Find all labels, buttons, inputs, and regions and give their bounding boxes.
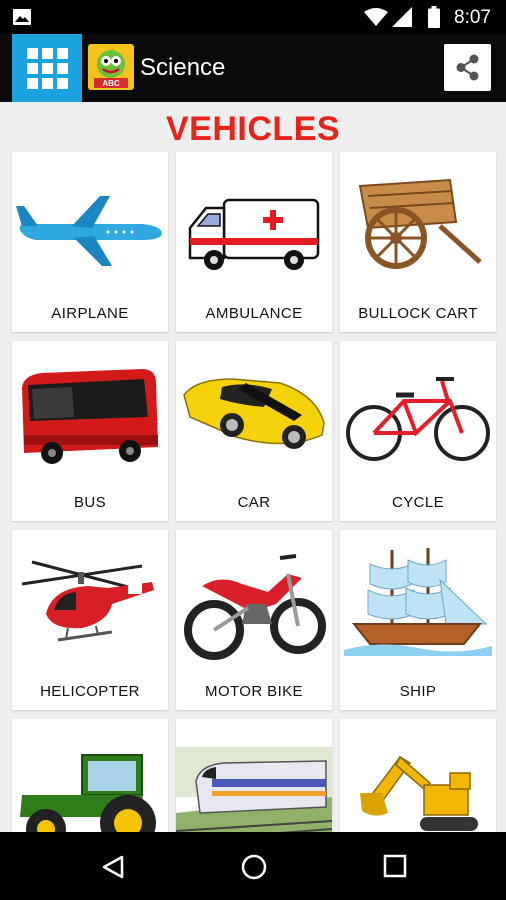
app-title: Science [140, 54, 226, 81]
vehicle-card-ship[interactable]: SHIP [340, 530, 496, 710]
vehicle-card-cycle[interactable]: CYCLE [340, 341, 496, 521]
vehicle-card-helicopter[interactable]: HELICOPTER [12, 530, 168, 710]
svg-text:ABC: ABC [102, 79, 120, 88]
airplane-image [16, 196, 162, 266]
share-button[interactable] [444, 44, 491, 91]
vehicle-label: BUS [73, 494, 107, 511]
content-area[interactable]: VEHICLES AIRPLANE AMBULANCE BULLOCK CART… [0, 102, 506, 832]
vehicle-label: CYCLE [391, 494, 445, 511]
vehicle-card-airplane[interactable]: AIRPLANE [12, 152, 168, 332]
app-bar: ABC Science [0, 34, 506, 102]
back-icon[interactable] [100, 854, 126, 880]
grid-menu-button[interactable] [12, 34, 82, 102]
vehicle-card-bullock-cart[interactable]: BULLOCK CART [340, 152, 496, 332]
vehicle-label: HELICOPTER [40, 683, 140, 700]
vehicle-card-motor-bike[interactable]: MOTOR BIKE [176, 530, 332, 710]
tractor-image [20, 754, 156, 832]
recents-icon[interactable] [383, 854, 407, 878]
share-icon [456, 54, 479, 81]
grid-menu-icon [26, 47, 38, 59]
image-icon [13, 9, 31, 25]
vehicle-label: CAR [237, 494, 271, 511]
vehicle-label: AMBULANCE [205, 305, 303, 322]
signal-icon [392, 7, 412, 27]
vehicle-card-ambulance[interactable]: AMBULANCE [176, 152, 332, 332]
clock: 8:07 [454, 7, 491, 28]
motor-bike-image [184, 554, 326, 660]
wifi-icon [364, 8, 388, 26]
vehicle-card-tractor[interactable] [12, 719, 168, 832]
home-icon[interactable] [240, 853, 268, 881]
ambulance-image [188, 198, 320, 270]
vehicle-card-bus[interactable]: BUS [12, 341, 168, 521]
vehicle-card-excavator[interactable] [340, 719, 496, 832]
bus-image [22, 369, 158, 464]
vehicle-label: BULLOCK CART [358, 305, 478, 322]
battery-icon [428, 6, 440, 28]
vehicle-label: MOTOR BIKE [205, 683, 303, 700]
vehicle-card-train[interactable] [176, 719, 332, 832]
navigation-bar [0, 832, 506, 900]
cycle-image [346, 377, 490, 461]
car-image [183, 378, 325, 449]
excavator-image [360, 755, 478, 831]
vehicle-label: SHIP [399, 683, 437, 700]
page-heading: VEHICLES [165, 110, 341, 148]
train-image [176, 747, 332, 832]
status-bar: 8:07 [0, 0, 506, 34]
app-logo: ABC [88, 44, 134, 90]
vehicle-card-car[interactable]: CAR [176, 341, 332, 521]
ship-image [344, 548, 492, 656]
helicopter-image [21, 560, 154, 642]
vehicle-label: AIRPLANE [51, 305, 129, 322]
bullock-cart-image [358, 178, 482, 269]
